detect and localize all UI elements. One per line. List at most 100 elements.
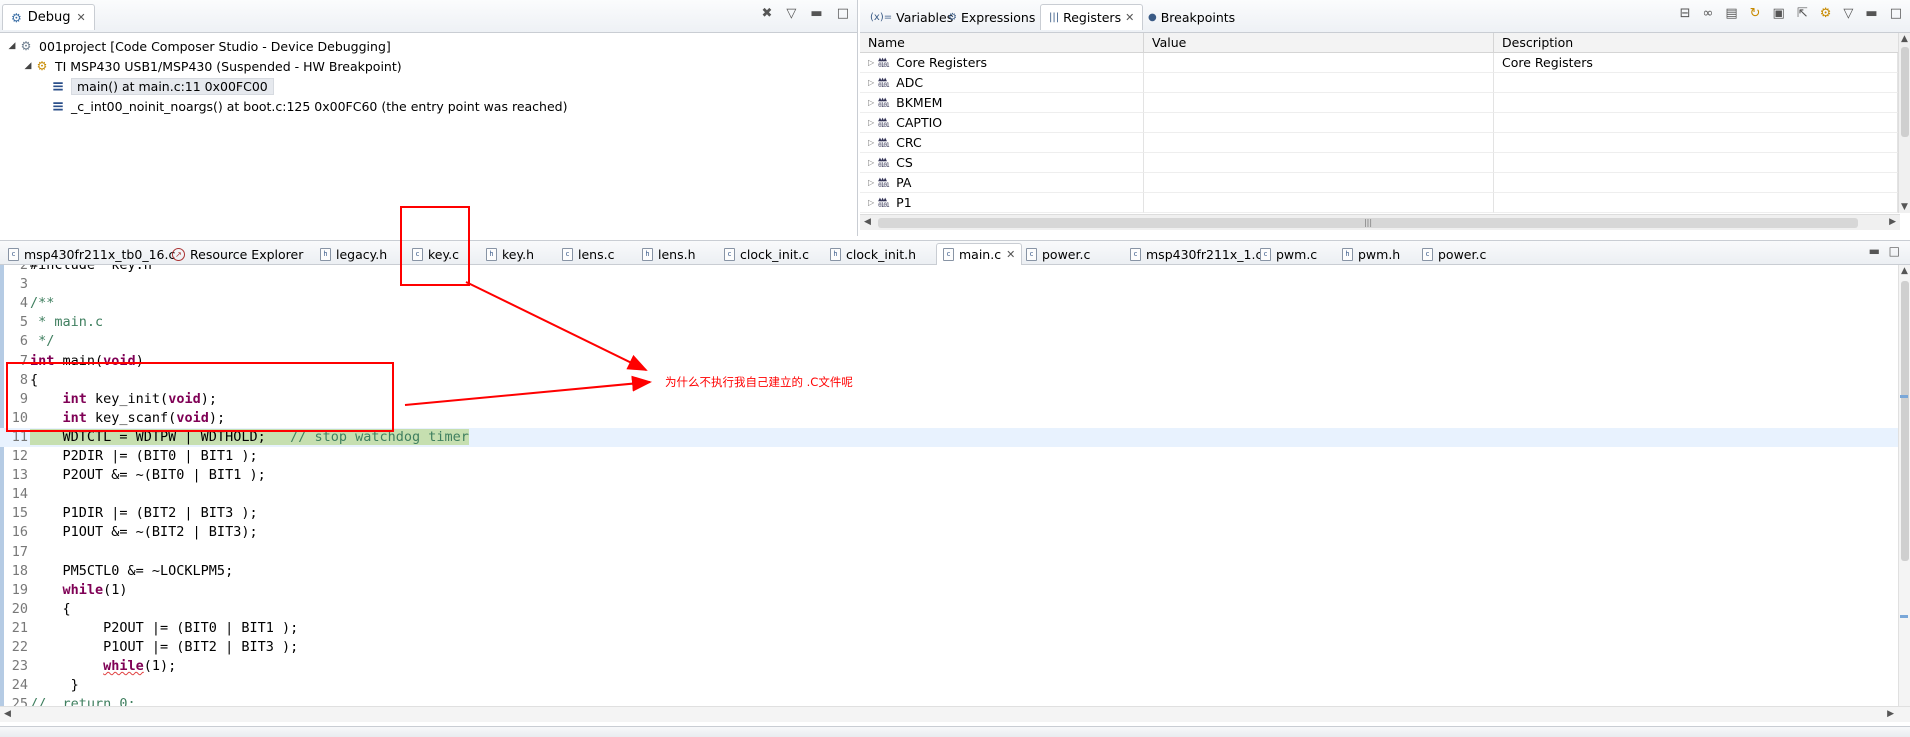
editor-tab[interactable]: c msp430fr211x_tb0_16.c: [2, 243, 181, 265]
scroll-up-icon[interactable]: ▲: [1901, 34, 1908, 44]
scroll-left-icon[interactable]: ◀: [4, 709, 11, 719]
editor-tab[interactable]: c pwm.c: [1254, 243, 1323, 265]
editor-tab[interactable]: h pwm.h: [1336, 243, 1406, 265]
editor-tab[interactable]: h lens.h: [636, 243, 702, 265]
expanded-triangle-icon[interactable]: ◢: [6, 41, 18, 51]
editor-tab[interactable]: c power.c: [1416, 243, 1492, 265]
settings-icon[interactable]: ⚙: [1820, 6, 1832, 21]
expanded-triangle-icon[interactable]: ◢: [22, 61, 34, 71]
code-line[interactable]: 3: [0, 275, 1898, 294]
register-row[interactable]: ▷ ▲▲▲ 0101 CAPTIO: [860, 113, 1898, 133]
minimize-icon[interactable]: ▬: [1869, 244, 1880, 258]
link-icon[interactable]: ∞: [1703, 6, 1714, 21]
maximize-icon[interactable]: □: [837, 6, 849, 21]
register-row[interactable]: ▷ ▲▲▲ 0101 CS: [860, 153, 1898, 173]
maximize-icon[interactable]: □: [1889, 244, 1900, 258]
code-line[interactable]: 2 #include "key.h": [0, 265, 1898, 275]
debug-tree-item[interactable]: ≡ _c_int00_noinit_noargs() at boot.c:125 …: [0, 96, 857, 116]
tab-expressions[interactable]: ⚙ Expressions: [940, 4, 1043, 30]
register-row[interactable]: ▷ ▲▲▲ 0101 Core Registers Core Registers: [860, 53, 1898, 73]
maximize-icon[interactable]: □: [1890, 6, 1902, 21]
register-value-cell[interactable]: [1144, 53, 1494, 73]
editor-tab[interactable]: c lens.c: [556, 243, 620, 265]
code-line[interactable]: 15 P1DIR |= (BIT2 | BIT3 );: [0, 504, 1898, 523]
editor-tab[interactable]: c main.c ✕: [936, 243, 1023, 265]
refresh-icon[interactable]: ↻: [1750, 6, 1761, 21]
close-icon[interactable]: ✕: [1125, 11, 1134, 24]
remove-terminated-icon[interactable]: ✖: [762, 6, 773, 21]
code-line[interactable]: 22 P1OUT |= (BIT2 | BIT3 );: [0, 638, 1898, 657]
code-line[interactable]: 5 * main.c: [0, 313, 1898, 332]
collapsed-triangle-icon[interactable]: ▷: [868, 193, 874, 213]
debug-tree-item[interactable]: ◢ ⚙ TI MSP430 USB1/MSP430 (Suspended - HW …: [0, 56, 857, 76]
registers-horizontal-scrollbar[interactable]: ◀ ||| ▶: [860, 214, 1900, 230]
code-line[interactable]: 17: [0, 543, 1898, 562]
close-icon[interactable]: ✕: [1006, 248, 1015, 261]
code-line[interactable]: 21 P2OUT |= (BIT0 | BIT1 );: [0, 619, 1898, 638]
minimize-icon[interactable]: ▬: [810, 6, 822, 21]
editor-tab[interactable]: h legacy.h: [314, 243, 393, 265]
collapsed-triangle-icon[interactable]: ▷: [868, 53, 874, 73]
collapsed-triangle-icon[interactable]: ▷: [868, 113, 874, 133]
code-line[interactable]: 19 while(1): [0, 581, 1898, 600]
overview-ruler-mark[interactable]: [1900, 615, 1908, 618]
editor-tab[interactable]: ↗ Resource Explorer: [166, 243, 309, 265]
registers-vertical-scrollbar[interactable]: ▲ ▼: [1898, 33, 1910, 213]
collapsed-triangle-icon[interactable]: ▷: [868, 173, 874, 193]
editor-tab[interactable]: h key.h: [480, 243, 540, 265]
code-line[interactable]: 12 P2DIR |= (BIT0 | BIT1 );: [0, 447, 1898, 466]
tab-breakpoints[interactable]: ● Breakpoints: [1140, 4, 1243, 30]
register-row[interactable]: ▷ ▲▲▲ 0101 PA: [860, 173, 1898, 193]
editor-tab[interactable]: h clock_init.h: [824, 243, 922, 265]
scroll-down-icon[interactable]: ▼: [1901, 202, 1908, 212]
register-value-cell[interactable]: [1144, 153, 1494, 173]
code-line[interactable]: 23 while(1);: [0, 657, 1898, 676]
layout-icon[interactable]: ▤: [1725, 6, 1737, 21]
column-header-value[interactable]: Value: [1144, 33, 1494, 53]
code-line[interactable]: 16 P1OUT &= ~(BIT2 | BIT3);: [0, 523, 1898, 542]
code-line[interactable]: 6 */: [0, 332, 1898, 351]
export-icon[interactable]: ⇱: [1797, 6, 1808, 21]
code-line[interactable]: 13 P2OUT &= ~(BIT0 | BIT1 );: [0, 466, 1898, 485]
code-line[interactable]: 18 PM5CTL0 &= ~LOCKLPM5;: [0, 562, 1898, 581]
collapsed-triangle-icon[interactable]: ▷: [868, 93, 874, 113]
scroll-left-icon[interactable]: ◀: [864, 217, 871, 227]
debug-tree-item[interactable]: ◢ ⚙ 001project [Code Composer Studio - Dev…: [0, 36, 857, 56]
register-value-cell[interactable]: [1144, 173, 1494, 193]
code-text-area[interactable]: 2 #include "key.h" 3 4/** 5 * main.c 6 */7 int…: [0, 265, 1898, 706]
column-header-name[interactable]: Name: [860, 33, 1144, 53]
register-value-cell[interactable]: [1144, 73, 1494, 93]
collapsed-triangle-icon[interactable]: ▷: [868, 153, 874, 173]
code-line[interactable]: 4/**: [0, 294, 1898, 313]
overview-ruler-mark[interactable]: [1900, 395, 1908, 398]
code-line[interactable]: 24 }: [0, 676, 1898, 695]
collapsed-triangle-icon[interactable]: ▷: [868, 73, 874, 93]
view-menu-icon[interactable]: ▽: [1843, 6, 1853, 21]
editor-tab[interactable]: c power.c: [1020, 243, 1096, 265]
close-icon[interactable]: ✕: [77, 11, 86, 24]
editor-tab[interactable]: c msp430fr211x_1.c: [1124, 243, 1268, 265]
register-value-cell[interactable]: [1144, 113, 1494, 133]
scrollbar-thumb[interactable]: [1901, 47, 1909, 137]
code-line[interactable]: 25// return 0;: [0, 695, 1898, 706]
register-value-cell[interactable]: [1144, 133, 1494, 153]
register-row[interactable]: ▷ ▲▲▲ 0101 BKMEM: [860, 93, 1898, 113]
register-value-cell[interactable]: [1144, 193, 1494, 213]
debug-tree-item[interactable]: ≡ main() at main.c:11 0x00FC00: [0, 76, 857, 96]
scroll-right-icon[interactable]: ▶: [1887, 709, 1894, 719]
editor-horizontal-scrollbar[interactable]: ◀ ▶: [0, 706, 1910, 722]
column-header-description[interactable]: Description: [1494, 33, 1898, 53]
collapse-all-icon[interactable]: ⊟: [1680, 6, 1691, 21]
collapsed-triangle-icon[interactable]: ▷: [868, 133, 874, 153]
tab-registers[interactable]: ||| Registers ✕: [1040, 4, 1144, 30]
code-line[interactable]: 14: [0, 485, 1898, 504]
scrollbar-thumb[interactable]: |||: [878, 218, 1858, 228]
new-group-icon[interactable]: ▣: [1773, 6, 1785, 21]
code-line[interactable]: 20 {: [0, 600, 1898, 619]
register-row[interactable]: ▷ ▲▲▲ 0101 P1: [860, 193, 1898, 213]
register-value-cell[interactable]: [1144, 93, 1494, 113]
tab-debug[interactable]: ⚙ Debug ✕: [2, 4, 95, 30]
minimize-icon[interactable]: ▬: [1865, 6, 1877, 21]
register-row[interactable]: ▷ ▲▲▲ 0101 ADC: [860, 73, 1898, 93]
scroll-up-icon[interactable]: ▲: [1901, 266, 1908, 276]
